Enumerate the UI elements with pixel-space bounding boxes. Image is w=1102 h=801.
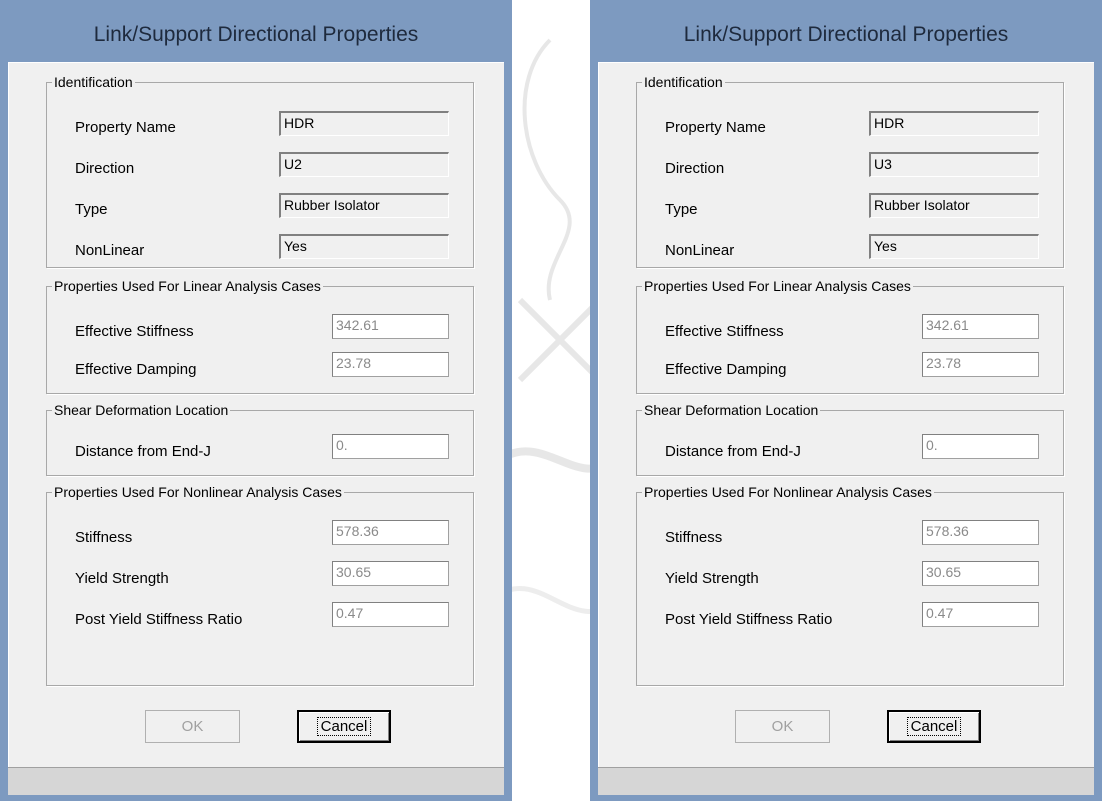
distance-from-end-j-input[interactable]: 0. xyxy=(332,434,449,459)
type-label: Type xyxy=(665,201,698,218)
identification-group: Identification Property Name HDR Directi… xyxy=(636,73,1064,268)
type-field: Rubber Isolator xyxy=(279,193,449,218)
status-bar xyxy=(598,767,1094,795)
distance-from-end-j-label: Distance from End-J xyxy=(75,443,211,460)
yield-strength-label: Yield Strength xyxy=(665,570,759,587)
direction-label: Direction xyxy=(665,160,725,177)
distance-from-end-j-input[interactable]: 0. xyxy=(922,434,1039,459)
identification-legend: Identification xyxy=(642,73,725,91)
post-yield-stiffness-ratio-input[interactable]: 0.47 xyxy=(332,602,449,627)
post-yield-stiffness-ratio-input[interactable]: 0.47 xyxy=(922,602,1039,627)
dialog-direction-u3: Link/Support Directional Properties Iden… xyxy=(590,0,1102,801)
ok-button[interactable]: OK xyxy=(735,710,830,743)
identification-legend: Identification xyxy=(52,73,135,91)
yield-strength-input[interactable]: 30.65 xyxy=(922,561,1039,586)
dialog-title: Link/Support Directional Properties xyxy=(0,0,512,62)
shear-deformation-group: Shear Deformation Location Distance from… xyxy=(46,401,474,476)
shear-deformation-legend: Shear Deformation Location xyxy=(642,401,821,419)
effective-stiffness-label: Effective Stiffness xyxy=(75,323,194,340)
cancel-button[interactable]: Cancel xyxy=(887,710,981,743)
effective-stiffness-label: Effective Stiffness xyxy=(665,323,784,340)
stiffness-input[interactable]: 578.36 xyxy=(332,520,449,545)
identification-group: Identification Property Name HDR Directi… xyxy=(46,73,474,268)
nonlinear-properties-legend: Properties Used For Nonlinear Analysis C… xyxy=(52,483,344,501)
stiffness-input[interactable]: 578.36 xyxy=(922,520,1039,545)
cancel-button-label: Cancel xyxy=(316,717,372,736)
dialog-title: Link/Support Directional Properties xyxy=(590,0,1102,62)
direction-field: U2 xyxy=(279,152,449,177)
cancel-button[interactable]: Cancel xyxy=(297,710,391,743)
stiffness-label: Stiffness xyxy=(665,529,723,546)
post-yield-stiffness-ratio-label: Post Yield Stiffness Ratio xyxy=(665,611,833,628)
nonlinear-label: NonLinear xyxy=(75,242,145,259)
nonlinear-field: Yes xyxy=(869,234,1039,259)
nonlinear-field: Yes xyxy=(279,234,449,259)
linear-properties-legend: Properties Used For Linear Analysis Case… xyxy=(52,277,323,295)
cancel-button-label: Cancel xyxy=(906,717,962,736)
linear-properties-group: Properties Used For Linear Analysis Case… xyxy=(636,277,1064,394)
status-bar xyxy=(8,767,504,795)
linear-properties-legend: Properties Used For Linear Analysis Case… xyxy=(642,277,913,295)
effective-damping-input[interactable]: 23.78 xyxy=(332,352,449,377)
direction-field: U3 xyxy=(869,152,1039,177)
nonlinear-properties-group: Properties Used For Nonlinear Analysis C… xyxy=(636,483,1064,686)
dialog-direction-u2: Link/Support Directional Properties Iden… xyxy=(0,0,512,801)
effective-damping-label: Effective Damping xyxy=(75,361,197,378)
property-name-label: Property Name xyxy=(75,119,176,136)
effective-stiffness-input[interactable]: 342.61 xyxy=(332,314,449,339)
ok-button[interactable]: OK xyxy=(145,710,240,743)
effective-stiffness-input[interactable]: 342.61 xyxy=(922,314,1039,339)
effective-damping-input[interactable]: 23.78 xyxy=(922,352,1039,377)
yield-strength-input[interactable]: 30.65 xyxy=(332,561,449,586)
linear-properties-group: Properties Used For Linear Analysis Case… xyxy=(46,277,474,394)
nonlinear-properties-legend: Properties Used For Nonlinear Analysis C… xyxy=(642,483,934,501)
post-yield-stiffness-ratio-label: Post Yield Stiffness Ratio xyxy=(75,611,243,628)
property-name-field: HDR xyxy=(279,111,449,136)
shear-deformation-group: Shear Deformation Location Distance from… xyxy=(636,401,1064,476)
nonlinear-properties-group: Properties Used For Nonlinear Analysis C… xyxy=(46,483,474,686)
property-name-field: HDR xyxy=(869,111,1039,136)
type-label: Type xyxy=(75,201,108,218)
nonlinear-label: NonLinear xyxy=(665,242,735,259)
dialog-client-area: Identification Property Name HDR Directi… xyxy=(8,62,504,767)
direction-label: Direction xyxy=(75,160,135,177)
effective-damping-label: Effective Damping xyxy=(665,361,787,378)
distance-from-end-j-label: Distance from End-J xyxy=(665,443,801,460)
yield-strength-label: Yield Strength xyxy=(75,570,169,587)
property-name-label: Property Name xyxy=(665,119,766,136)
type-field: Rubber Isolator xyxy=(869,193,1039,218)
stiffness-label: Stiffness xyxy=(75,529,133,546)
dialog-client-area: Identification Property Name HDR Directi… xyxy=(598,62,1094,767)
shear-deformation-legend: Shear Deformation Location xyxy=(52,401,231,419)
